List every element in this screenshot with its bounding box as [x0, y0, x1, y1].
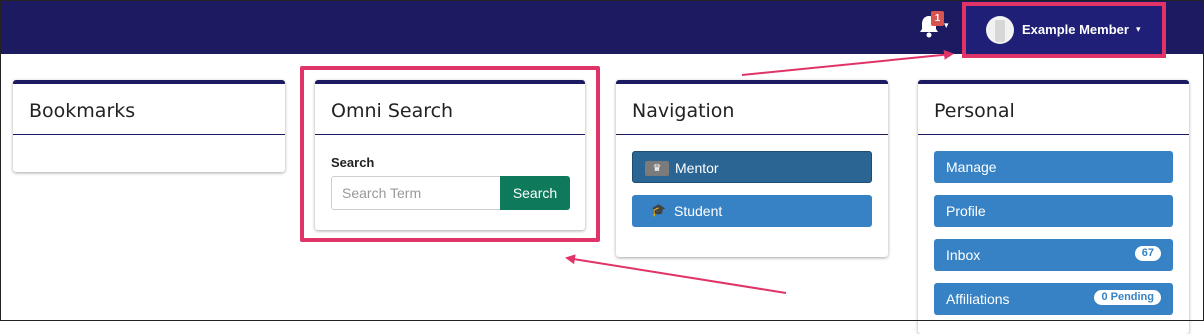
- annotation-arrows: [565, 49, 954, 294]
- arrow-to-omni-search: [565, 254, 787, 294]
- arrow-to-member-menu: [741, 49, 954, 76]
